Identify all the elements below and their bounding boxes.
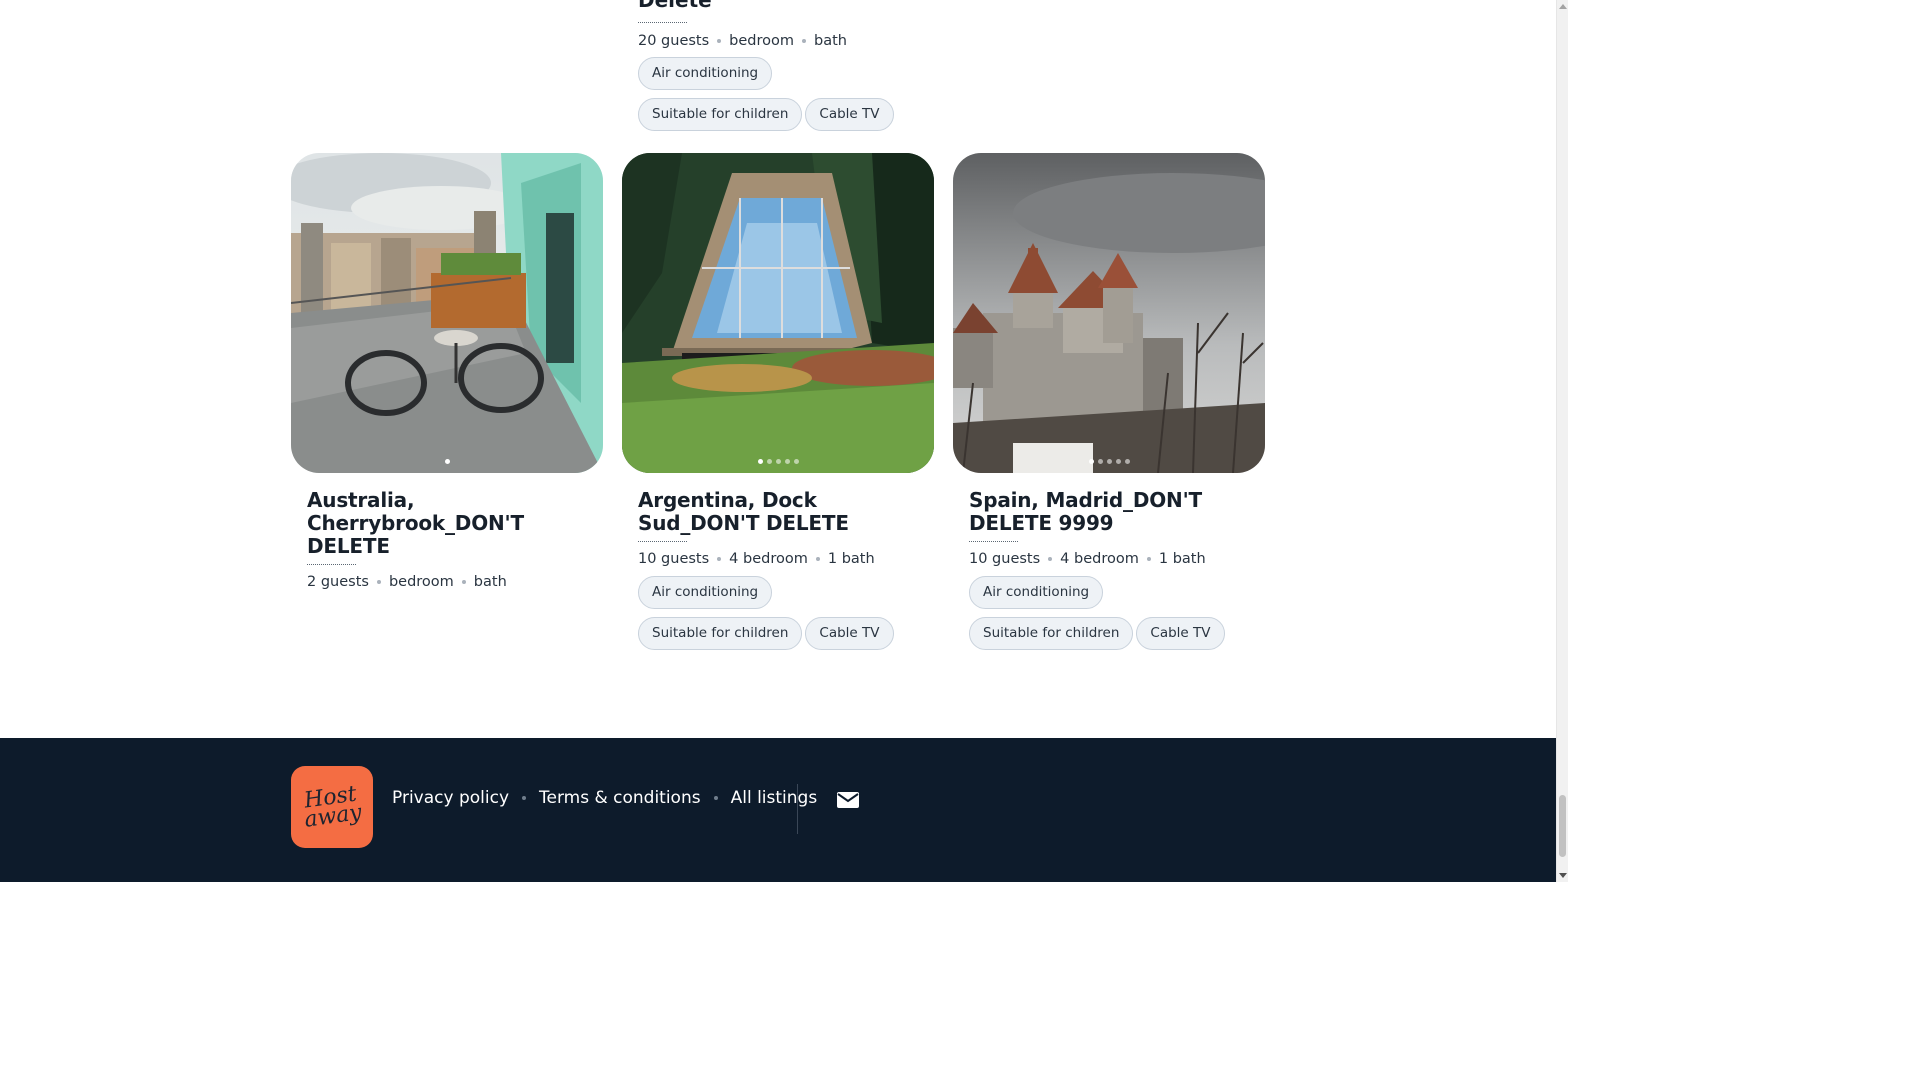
listing-title[interactable]: Delete [638,0,712,12]
privacy-policy-link[interactable]: Privacy policy [392,788,509,808]
nav-separator [713,796,718,800]
guests-count: 10 guests [969,551,1041,567]
carousel-dot[interactable] [784,459,790,464]
listing-photo[interactable] [953,153,1265,473]
amenity-chip: Suitable for children [638,98,803,131]
carousel-dot[interactable] [1097,459,1103,464]
guests-count: 2 guests [307,574,369,590]
bedroom-count: bedroom [388,574,454,590]
carousel-dot[interactable] [1115,459,1121,464]
site-footer: Host away Privacy policy Terms & conditio… [0,738,1556,882]
listing-photo[interactable] [291,153,603,473]
hostaway-logo[interactable]: Host away [291,766,373,848]
terms-conditions-link[interactable]: Terms & conditions [539,788,701,808]
scroll-down-icon[interactable] [1559,873,1567,878]
meta-separator [1146,557,1151,561]
bedroom-count: 4 bedroom [1060,551,1139,567]
listing-card[interactable]: Spain, Madrid_DON'T DELETE 9999 10 guest… [953,153,1265,650]
carousel-dot[interactable] [1124,459,1130,464]
amenity-chip: Cable TV [805,617,894,650]
listing-meta: 2 guests bedroom bath [307,574,587,590]
amenity-chip: Suitable for children [969,617,1134,650]
footer-divider [797,784,798,834]
bath-count: 1 bath [827,551,875,567]
amenity-chip: Air conditioning [638,576,773,609]
meta-separator [717,39,722,43]
carousel-dot[interactable] [757,459,763,464]
meta-separator [802,39,807,43]
amenity-chip: Cable TV [805,98,894,131]
title-underline [638,541,687,542]
footer-nav: Privacy policy Terms & conditions All li… [392,788,817,808]
listing-title[interactable]: Argentina, Dock Sud_DON'T DELETE [638,489,918,535]
scroll-up-icon[interactable] [1559,4,1567,9]
amenity-chip: Suitable for children [638,617,803,650]
photo-carousel-dots[interactable] [291,459,603,464]
bath-count: 1 bath [1158,551,1206,567]
carousel-dot[interactable] [775,459,781,464]
carousel-dot[interactable] [766,459,772,464]
amenity-chip: Air conditioning [969,576,1104,609]
castle-photo [953,153,1265,473]
bath-count: bath [814,33,847,49]
guests-count: 20 guests [638,33,710,49]
photo-carousel-dots[interactable] [622,459,934,464]
carousel-dot[interactable] [444,459,450,464]
amenity-list: Air conditioning Suitable for children C… [638,57,928,131]
amenity-chip: Air conditioning [638,57,773,90]
glass-cabin-photo [622,153,934,473]
bath-count: bath [473,574,507,590]
listing-title[interactable]: Spain, Madrid_DON'T DELETE 9999 [969,489,1249,535]
carousel-dot[interactable] [1106,459,1112,464]
logo-wordmark: Host away [302,781,364,833]
meta-separator [376,580,381,584]
title-underline [969,541,1018,542]
meta-separator [815,557,820,561]
amenity-list: Air conditioning Suitable for children C… [969,576,1259,650]
listing-card[interactable]: Australia, Cherrybrook_DON'T DELETE 2 gu… [291,153,603,590]
listing-meta: 10 guests 4 bedroom 1 bath [638,551,918,567]
carousel-dot[interactable] [793,459,799,464]
page-scrollbar[interactable] [1556,0,1568,882]
listing-meta: 20 guests bedroom bath [638,33,938,49]
balcony-photo [291,153,603,473]
amenity-chip: Cable TV [1136,617,1225,650]
listing-title[interactable]: Australia, Cherrybrook_DON'T DELETE [307,489,587,558]
bedroom-count: 4 bedroom [729,551,808,567]
meta-separator [461,580,466,584]
amenity-list: Air conditioning Suitable for children C… [638,576,928,650]
title-underline [307,564,356,565]
title-underline [638,16,687,23]
bedroom-count: bedroom [729,33,795,49]
photo-carousel-dots[interactable] [953,459,1265,464]
meta-separator [717,557,722,561]
all-listings-link[interactable]: All listings [731,788,818,808]
listing-card[interactable]: Argentina, Dock Sud_DON'T DELETE 10 gues… [622,153,934,650]
envelope-icon[interactable] [837,792,859,812]
nav-separator [522,796,526,800]
listing-meta: 10 guests 4 bedroom 1 bath [969,551,1249,567]
meta-separator [1048,557,1053,561]
carousel-dot[interactable] [1088,459,1094,464]
listing-photo[interactable] [622,153,934,473]
scrollbar-thumb[interactable] [1559,795,1566,857]
guests-count: 10 guests [638,551,710,567]
